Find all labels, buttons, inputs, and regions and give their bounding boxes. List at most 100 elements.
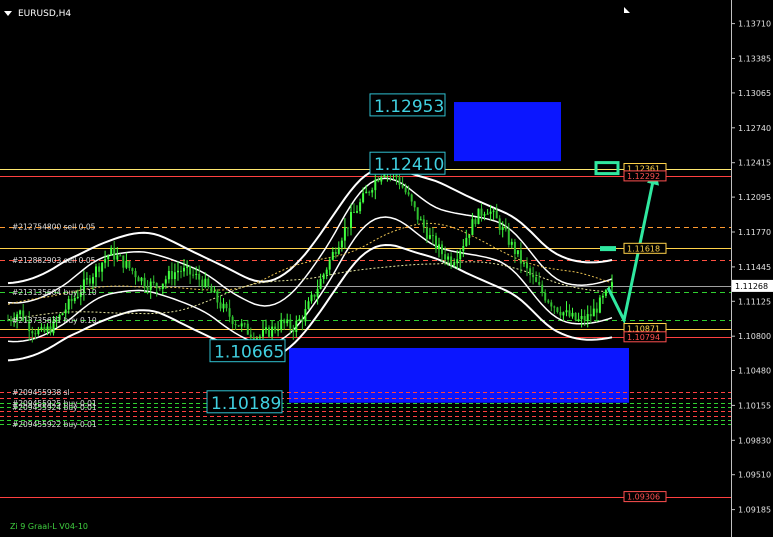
candle-body xyxy=(462,246,465,251)
candle-body xyxy=(513,241,516,255)
candle-body xyxy=(192,274,195,276)
candle-body xyxy=(322,274,325,279)
candle-body xyxy=(186,266,189,268)
candle-body xyxy=(64,309,67,314)
candle-body xyxy=(371,190,374,193)
candle-body xyxy=(125,260,128,268)
candle-body xyxy=(265,327,267,330)
candle-body xyxy=(325,269,328,275)
candle-body xyxy=(507,229,510,245)
candle-body xyxy=(167,271,170,280)
candle-body xyxy=(49,326,52,334)
candle-body xyxy=(70,298,73,302)
candle-body xyxy=(292,328,295,332)
blue-zone xyxy=(454,102,561,162)
price-tick-label: 1.13385 xyxy=(738,55,771,64)
candle-body xyxy=(119,255,122,257)
candle-body xyxy=(307,301,310,309)
price-tick-label: 1.13710 xyxy=(738,20,771,29)
candle-body xyxy=(416,207,419,220)
candle-body xyxy=(289,319,292,329)
candle-body xyxy=(98,266,101,272)
price-callout-text: 1.10665 xyxy=(214,343,284,363)
candle-body xyxy=(116,255,119,260)
candle-body xyxy=(365,191,368,194)
price-tick-label: 1.10800 xyxy=(738,332,771,341)
price-tick-label: 1.11770 xyxy=(738,228,771,237)
order-label: #209455938 sl xyxy=(12,388,70,397)
candle-body xyxy=(601,295,604,298)
candle-body xyxy=(419,219,422,221)
candle-body xyxy=(204,278,207,287)
candle-body xyxy=(374,179,377,191)
price-tick-label: 1.11445 xyxy=(738,263,771,272)
candle-body xyxy=(574,312,577,321)
right-price-text: 1.12292 xyxy=(627,172,660,181)
candle-body xyxy=(611,282,613,288)
price-tick-label: 1.12415 xyxy=(738,159,771,168)
candle-body xyxy=(553,306,556,308)
current-price-text: 1.11268 xyxy=(735,282,768,291)
candle-body xyxy=(568,310,571,317)
candle-body xyxy=(128,260,131,269)
candle-body xyxy=(222,303,225,309)
candle-body xyxy=(301,318,304,322)
right-price-text: 1.10794 xyxy=(627,333,660,342)
candle-body xyxy=(158,288,161,290)
candle-body xyxy=(313,294,316,297)
candle-body xyxy=(104,259,107,263)
candle-body xyxy=(435,235,437,250)
candle-body xyxy=(228,308,231,317)
candle-body xyxy=(219,302,222,309)
candle-body xyxy=(246,323,249,335)
candle-body xyxy=(362,193,365,203)
order-label: #209455924 buy 0.01 xyxy=(12,403,97,412)
right-price-text: 1.09306 xyxy=(627,493,660,502)
candle-body xyxy=(34,333,37,335)
candle-body xyxy=(492,210,495,212)
candle-body xyxy=(398,177,401,186)
candle-body xyxy=(216,291,219,303)
candle-body xyxy=(137,277,140,282)
candle-body xyxy=(37,329,40,335)
candle-body xyxy=(438,244,440,250)
candle-body xyxy=(565,310,568,313)
candle-body xyxy=(67,298,70,310)
candle-body xyxy=(529,268,532,275)
candle-body xyxy=(107,255,110,260)
candle-body xyxy=(180,270,182,272)
candle-body xyxy=(353,212,355,213)
candle-body xyxy=(304,309,307,322)
candle-body xyxy=(207,278,210,287)
candle-body xyxy=(595,308,598,313)
candle-body xyxy=(140,277,143,282)
candle-body xyxy=(526,262,528,269)
candle-body xyxy=(198,273,201,280)
candle-body xyxy=(589,314,592,317)
indicator-label: Zi 9 Graal-L V04-10 xyxy=(10,522,88,531)
candle-body xyxy=(95,266,97,278)
candle-body xyxy=(295,320,298,332)
candle-body xyxy=(471,219,474,235)
price-tick-label: 1.09185 xyxy=(738,506,771,515)
candle-body xyxy=(177,270,179,273)
candle-body xyxy=(516,250,519,255)
candle-body xyxy=(268,327,270,337)
price-tick-label: 1.11125 xyxy=(738,297,771,306)
candle-body xyxy=(274,326,277,331)
candle-body xyxy=(334,252,337,254)
price-tick-label: 1.13065 xyxy=(738,89,771,98)
candle-body xyxy=(213,291,216,293)
candle-body xyxy=(577,319,580,321)
order-label: #213735631 buy 0.10 xyxy=(12,316,97,325)
candle-body xyxy=(474,219,477,225)
order-label: #213135604 buy 0.10 xyxy=(12,288,97,297)
price-tick-label: 1.10480 xyxy=(738,367,771,376)
candle-body xyxy=(562,312,565,316)
candle-body xyxy=(465,237,468,246)
candle-body xyxy=(316,288,319,297)
price-chart[interactable]: #212754800 sell 0.05 #212882903 sell 0.05… xyxy=(0,0,773,537)
candle-body xyxy=(544,292,547,301)
candle-body xyxy=(319,278,322,289)
candle-body xyxy=(195,273,198,275)
